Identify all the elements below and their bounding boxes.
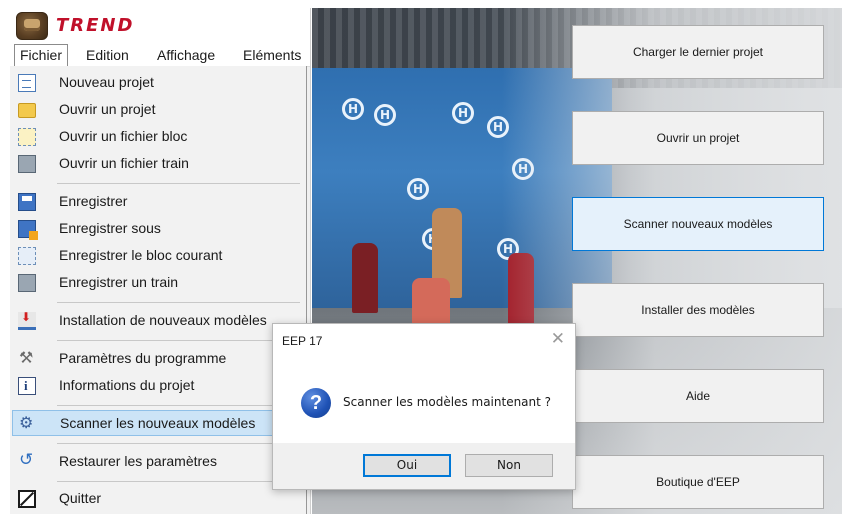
menu-elements[interactable]: Eléments [238,45,306,65]
dialog-message: Scanner les modèles maintenant ? [343,395,552,409]
restore-icon [18,450,36,471]
menu-separator [57,302,300,303]
install-icon [18,310,36,330]
train-logo-icon [16,12,48,40]
menu-item-label: Quitter [59,490,102,506]
title-bar: TREND [10,8,310,44]
help-button[interactable]: Aide [572,369,824,423]
dialog-title: EEP 17 [282,334,323,348]
h-pattern-icon: H [342,98,364,120]
menu-separator [57,443,300,444]
menu-item-ouvrir-projet[interactable]: Ouvrir un projet [12,97,302,123]
menu-item-label: Restaurer les paramètres [59,453,217,469]
menu-item-label: Informations du projet [59,377,195,393]
menu-separator [57,183,300,184]
save-icon [18,193,36,211]
h-pattern-icon: H [452,102,474,124]
save-train-icon [18,274,36,292]
close-icon[interactable]: ✕ [551,329,565,349]
menu-affichage[interactable]: Affichage [152,45,220,65]
menu-item-label: Paramètres du programme [59,350,227,366]
eep-main-window: TREND Fichier Edition Affichage Eléments… [10,8,311,514]
menu-separator [57,405,300,406]
menu-item-label: Ouvrir un fichier bloc [59,128,188,144]
menu-item-label: Enregistrer [59,193,128,209]
save-block-icon [18,247,36,265]
question-icon: ? [301,388,331,418]
menu-item-scanner-modeles[interactable]: Scanner les nouveaux modèles [12,410,302,436]
menu-item-enregistrer-train[interactable]: Enregistrer un train [12,270,302,296]
eep-shop-button[interactable]: Boutique d'EEP [572,455,824,509]
quit-icon [18,490,36,508]
menu-item-quitter[interactable]: Quitter [12,486,302,512]
train-file-icon [18,155,36,173]
scan-new-models-button[interactable]: Scanner nouveaux modèles [572,197,824,251]
scan-icon [19,413,37,433]
yes-button[interactable]: Oui [363,454,451,477]
menu-item-label: Scanner les nouveaux modèles [60,415,256,431]
save-as-icon [18,220,38,240]
block-file-icon [18,128,36,146]
menu-bar: Fichier Edition Affichage Eléments [10,44,310,67]
menu-item-label: Nouveau projet [59,74,154,90]
folder-icon [18,103,36,118]
menu-item-enregistrer[interactable]: Enregistrer [12,189,302,215]
menu-item-label: Enregistrer un train [59,274,179,290]
menu-item-label: Installation de nouveaux modèles [59,312,267,328]
menu-separator [57,340,300,341]
scan-confirm-dialog: EEP 17 ✕ ? Scanner les modèles maintenan… [272,323,576,490]
h-pattern-icon: H [407,178,429,200]
menu-item-enregistrer-sous[interactable]: Enregistrer sous [12,216,302,242]
menu-item-label: Enregistrer le bloc courant [59,247,223,263]
menu-item-informations[interactable]: Informations du projet [12,373,302,399]
menu-separator [57,481,300,482]
load-last-project-button[interactable]: Charger le dernier projet [572,25,824,79]
menu-edition[interactable]: Edition [81,45,134,65]
menu-fichier[interactable]: Fichier [14,44,69,67]
menu-item-parametres[interactable]: Paramètres du programme [12,346,302,372]
open-project-button[interactable]: Ouvrir un projet [572,111,824,165]
fichier-dropdown-menu: Nouveau projet Ouvrir un projet Ouvrir u… [10,66,307,514]
dialog-footer: Oui Non [273,443,575,489]
menu-item-ouvrir-bloc[interactable]: Ouvrir un fichier bloc [12,124,302,150]
passenger-figure [352,243,378,313]
new-document-icon [18,74,36,92]
passenger-figure [412,278,450,328]
h-pattern-icon: H [374,104,396,126]
menu-item-installation-modeles[interactable]: Installation de nouveaux modèles [12,308,302,334]
menu-item-restaurer[interactable]: Restaurer les paramètres [12,449,302,475]
menu-item-nouveau-projet[interactable]: Nouveau projet [12,70,302,96]
menu-item-label: Ouvrir un fichier train [59,155,189,171]
trend-logo: TREND [56,15,135,36]
install-models-button[interactable]: Installer des modèles [572,283,824,337]
no-button[interactable]: Non [465,454,553,477]
menu-item-label: Ouvrir un projet [59,101,156,117]
menu-item-ouvrir-train[interactable]: Ouvrir un fichier train [12,151,302,177]
menu-item-label: Enregistrer sous [59,220,161,236]
menu-item-enregistrer-bloc[interactable]: Enregistrer le bloc courant [12,243,302,269]
info-icon [18,377,36,395]
tools-icon [18,348,36,368]
